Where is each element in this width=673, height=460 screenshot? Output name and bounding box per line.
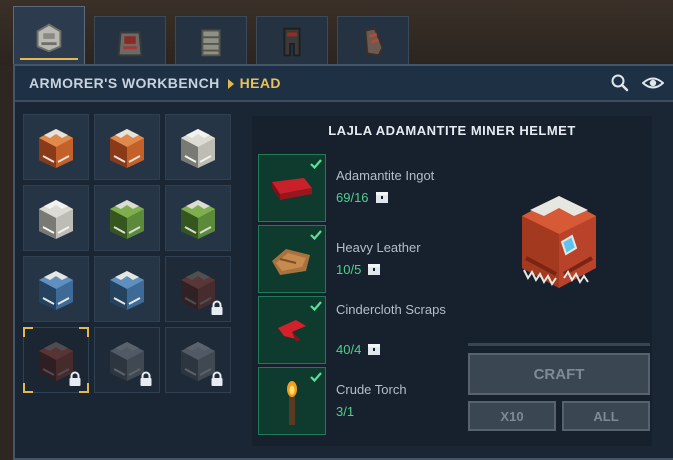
check-icon bbox=[310, 159, 322, 170]
recipe-detail: LAJLA ADAMANTITE MINER HELMET Adamantite… bbox=[252, 116, 652, 446]
eye-icon[interactable] bbox=[642, 73, 664, 93]
check-icon bbox=[310, 301, 322, 312]
recipe-slot[interactable] bbox=[165, 185, 231, 251]
storage-chest-icon bbox=[368, 264, 381, 275]
breadcrumb-separator-icon bbox=[227, 79, 234, 90]
recipe-slot[interactable] bbox=[165, 256, 231, 322]
tab-chest[interactable] bbox=[94, 16, 166, 66]
ingredient-slot[interactable] bbox=[258, 154, 326, 222]
recipe-slot[interactable] bbox=[23, 327, 89, 393]
recipe-slot[interactable] bbox=[165, 327, 231, 393]
helmet-icon bbox=[110, 271, 144, 310]
recipe-slot[interactable] bbox=[23, 185, 89, 251]
ingredient-name: Cindercloth Scraps bbox=[336, 302, 446, 317]
selection-corner bbox=[23, 327, 33, 337]
craft-button[interactable]: CRAFT bbox=[468, 353, 650, 395]
ingredient-slot[interactable] bbox=[258, 225, 326, 293]
recipe-slot[interactable] bbox=[94, 185, 160, 251]
recipe-title: LAJLA ADAMANTITE MINER HELMET bbox=[328, 123, 576, 138]
breadcrumb-workbench[interactable]: ARMORER'S WORKBENCH bbox=[29, 75, 220, 91]
helmet-preview-image bbox=[522, 196, 596, 288]
divider bbox=[468, 343, 650, 346]
helmet-icon bbox=[39, 129, 73, 168]
ingredient-quantity: 69/16 bbox=[336, 190, 389, 205]
tab-legs[interactable] bbox=[256, 16, 328, 66]
ingredient-slot[interactable] bbox=[258, 296, 326, 364]
ingredient-quantity: 10/5 bbox=[336, 262, 381, 277]
storage-chest-icon bbox=[375, 192, 388, 203]
helmet-icon bbox=[36, 23, 62, 52]
tab-feet[interactable] bbox=[337, 16, 409, 66]
ingredient-quantity: 3/1 bbox=[336, 404, 355, 419]
recipe-slot[interactable] bbox=[23, 256, 89, 322]
selection-corner bbox=[79, 327, 89, 337]
recipe-slot[interactable] bbox=[94, 256, 160, 322]
craft-all-button[interactable]: ALL bbox=[562, 401, 650, 431]
tab-head[interactable] bbox=[13, 6, 85, 66]
helmet-icon bbox=[181, 200, 215, 239]
ingredient-slot[interactable] bbox=[258, 367, 326, 435]
check-icon bbox=[310, 230, 322, 241]
helmet-icon bbox=[39, 200, 73, 239]
recipe-slot[interactable] bbox=[165, 114, 231, 180]
selection-corner bbox=[79, 383, 89, 393]
gauntlet-icon bbox=[201, 29, 221, 56]
boots-icon bbox=[364, 27, 384, 56]
lock-icon bbox=[211, 371, 223, 386]
lock-icon bbox=[211, 300, 223, 315]
ingredient-name: Heavy Leather bbox=[336, 240, 421, 255]
helmet-icon bbox=[110, 129, 144, 168]
ingredient-name: Crude Torch bbox=[336, 382, 407, 397]
helmet-icon bbox=[110, 200, 144, 239]
storage-chest-icon bbox=[368, 344, 381, 355]
recipe-slot[interactable] bbox=[94, 327, 160, 393]
helmet-icon bbox=[181, 129, 215, 168]
craft-x10-button[interactable]: X10 bbox=[468, 401, 556, 431]
breadcrumb-category: HEAD bbox=[239, 75, 281, 91]
leg-armor-icon bbox=[283, 27, 301, 56]
selection-corner bbox=[23, 383, 33, 393]
ingredient-quantity: 40/4 bbox=[336, 342, 381, 357]
lock-icon bbox=[140, 371, 152, 386]
ingredient-name: Adamantite Ingot bbox=[336, 168, 435, 183]
tab-hands[interactable] bbox=[175, 16, 247, 66]
panel-header: ARMORER'S WORKBENCH HEAD bbox=[15, 66, 673, 102]
recipe-slot[interactable] bbox=[23, 114, 89, 180]
breadcrumb: ARMORER'S WORKBENCH HEAD bbox=[29, 75, 281, 91]
recipe-slot[interactable] bbox=[94, 114, 160, 180]
helmet-icon bbox=[39, 271, 73, 310]
check-icon bbox=[310, 372, 322, 383]
chest-armor-icon bbox=[117, 31, 143, 56]
workbench-panel: ARMORER'S WORKBENCH HEAD LAJLA ADAMANTITE… bbox=[13, 64, 673, 460]
search-icon[interactable] bbox=[610, 73, 630, 93]
